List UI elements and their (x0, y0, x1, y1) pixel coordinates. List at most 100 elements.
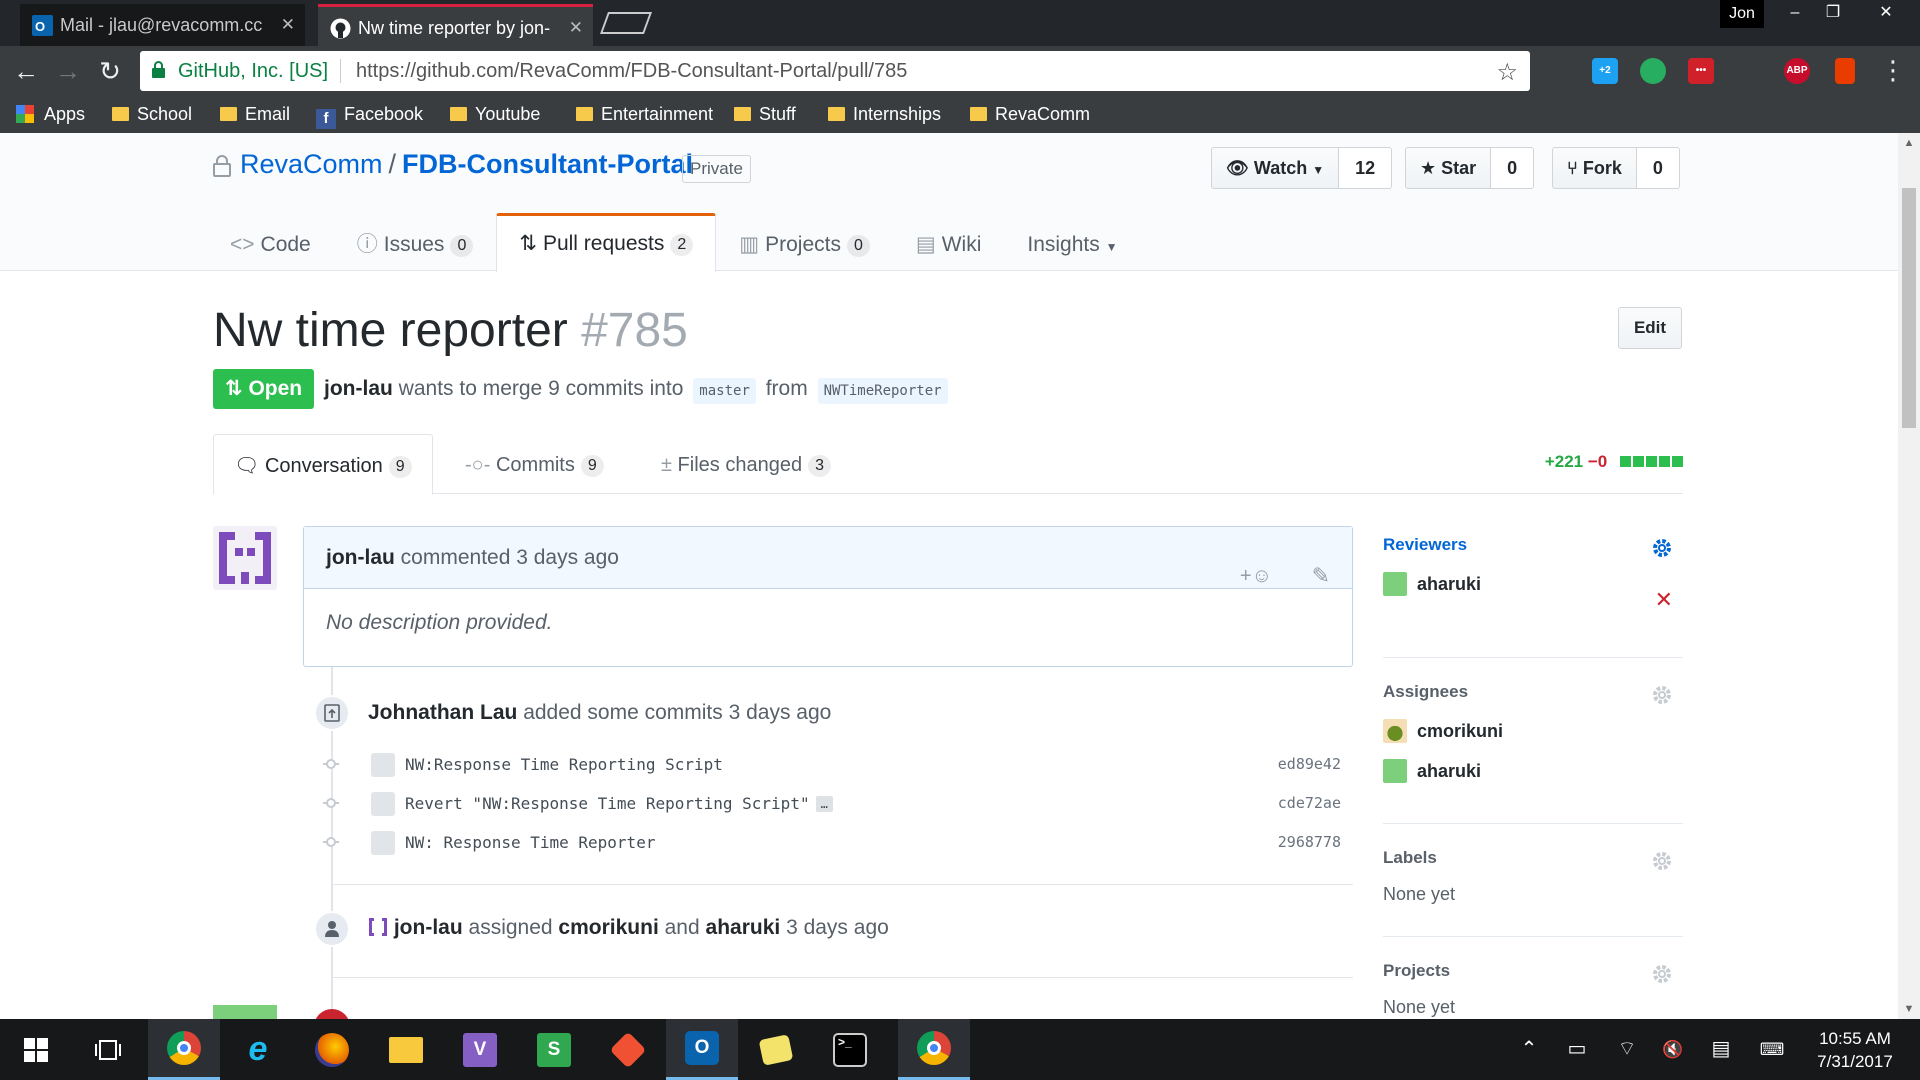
edit-title-button[interactable]: Edit (1618, 307, 1682, 349)
event-actor-link[interactable]: jon-lau (394, 916, 463, 939)
gear-icon[interactable] (1651, 684, 1673, 706)
gear-icon[interactable] (1651, 537, 1673, 559)
avatar[interactable] (371, 792, 395, 816)
task-view-icon[interactable] (72, 1019, 144, 1080)
commit-message-link[interactable]: Revert "NW:Response Time Reporting Scrip… (405, 794, 810, 813)
sticky-notes-icon[interactable] (740, 1019, 812, 1080)
comment-author-link[interactable]: jon-lau (326, 546, 395, 569)
close-icon[interactable]: ✕ (281, 4, 295, 46)
close-icon[interactable]: ✕ (569, 7, 583, 46)
bookmark-star-icon[interactable]: ☆ (1496, 58, 1518, 87)
volume-muted-icon[interactable]: 🔇 (1658, 1019, 1688, 1080)
bookmark-email[interactable]: Email (220, 96, 290, 133)
projects-heading[interactable]: Projects (1383, 959, 1683, 983)
add-reaction-icon[interactable]: +☺ (1240, 545, 1272, 607)
reviewer-item[interactable]: aharuki (1383, 571, 1683, 597)
watch-count[interactable]: 12 (1339, 147, 1393, 189)
file-explorer-icon[interactable] (370, 1019, 442, 1080)
repo-tab-issues[interactable]: ⓘ Issues 0 (334, 213, 497, 271)
action-center-icon[interactable]: ▤ (1706, 1019, 1736, 1080)
address-bar[interactable]: GitHub, Inc. [US] https://github.com/Rev… (140, 51, 1530, 91)
reviewers-heading[interactable]: Reviewers (1383, 533, 1683, 557)
bookmark-youtube[interactable]: Youtube (450, 96, 540, 133)
repo-tab-projects[interactable]: ▥ Projects 0 (716, 213, 893, 271)
bookmark-apps[interactable]: Apps (16, 96, 85, 133)
commit-message-link[interactable]: NW:Response Time Reporting Script (405, 745, 723, 784)
tab-files-changed[interactable]: ± Files changed 3 (641, 434, 851, 495)
restore-button[interactable]: ❐ (1814, 0, 1852, 26)
commit-sha-link[interactable]: 2968778 (1278, 823, 1341, 862)
avatar[interactable] (213, 526, 277, 590)
repo-tab-code[interactable]: <> Code (207, 213, 334, 271)
expand-commit-button[interactable]: … (815, 796, 833, 812)
pencil-icon[interactable]: ✎ (1312, 545, 1330, 607)
fork-button[interactable]: ⑂ Fork (1552, 147, 1637, 189)
commit-sha-link[interactable]: ed89e42 (1278, 745, 1341, 784)
comment-action[interactable]: commented 3 days ago (401, 546, 619, 569)
tray-chevron-up-icon[interactable]: ⌃ (1514, 1019, 1544, 1080)
wifi-icon[interactable]: ⌔ (1612, 1019, 1642, 1080)
url-text[interactable]: https://github.com/RevaComm/FDB-Consulta… (356, 51, 907, 91)
terminal-icon[interactable]: >_ (814, 1019, 886, 1080)
star-button[interactable]: ★ Star (1405, 147, 1492, 189)
assignee-item[interactable]: cmorikuni (1383, 718, 1683, 744)
avatar[interactable] (213, 1005, 277, 1019)
scroll-down-icon[interactable]: ▼ (1898, 1003, 1920, 1015)
tab-conversation[interactable]: 🗨 Conversation 9 (213, 434, 433, 495)
adblock-plus-icon[interactable]: ABP (1784, 58, 1810, 84)
reload-icon[interactable]: ↻ (94, 55, 126, 87)
visual-studio-icon[interactable]: V (444, 1019, 516, 1080)
back-arrow-icon[interactable]: ← (10, 55, 42, 87)
office-icon[interactable] (1835, 58, 1855, 84)
remove-reviewer-icon[interactable]: ✕ (1655, 587, 1673, 613)
minimize-button[interactable]: – (1776, 0, 1814, 26)
avatar[interactable] (368, 917, 388, 937)
internet-explorer-icon[interactable]: e (222, 1019, 294, 1080)
extension-1-icon[interactable] (1544, 58, 1570, 84)
bookmark-entertainment[interactable]: Entertainment (576, 96, 713, 133)
bookmark-school[interactable]: School (112, 96, 192, 133)
event-actor-link[interactable]: Johnathan Lau (368, 701, 517, 724)
bookmark-facebook[interactable]: f Facebook (316, 96, 423, 133)
fork-count[interactable]: 0 (1636, 147, 1680, 189)
watch-button[interactable]: 👁 Watch ▼ (1211, 147, 1340, 189)
repo-tab-pull-requests[interactable]: ⇅ Pull requests 2 (496, 213, 717, 272)
gear-icon[interactable] (1651, 850, 1673, 872)
chrome-icon[interactable] (148, 1019, 220, 1080)
tab-commits[interactable]: -○- Commits 9 (445, 434, 624, 495)
firefox-icon[interactable] (296, 1019, 368, 1080)
bookmark-stuff[interactable]: Stuff (734, 96, 796, 133)
repo-name-link[interactable]: FDB-Consultant-Portal (402, 149, 693, 179)
labels-heading[interactable]: Labels (1383, 846, 1683, 870)
bookmark-internships[interactable]: Internships (828, 96, 941, 133)
pr-author-link[interactable]: jon-lau (324, 377, 393, 400)
git-icon[interactable] (592, 1019, 664, 1080)
bookmark-revacomm[interactable]: RevaComm (970, 96, 1090, 133)
avatar[interactable] (371, 831, 395, 855)
repo-tab-insights[interactable]: Insights ▼ (1004, 213, 1140, 271)
repo-tab-wiki[interactable]: ▤ Wiki (893, 213, 1005, 271)
assignee-item[interactable]: aharuki (1383, 758, 1683, 784)
assignee-link[interactable]: aharuki (706, 916, 781, 939)
keyboard-icon[interactable]: ⌨ (1754, 1019, 1790, 1080)
extension-3-icon[interactable] (1640, 58, 1666, 84)
outlook-icon[interactable]: O (666, 1019, 738, 1080)
chrome-profile-icon[interactable] (898, 1019, 970, 1080)
repo-owner-link[interactable]: RevaComm (240, 149, 383, 179)
windows-start-icon[interactable] (0, 1019, 72, 1080)
new-tab-button[interactable] (599, 12, 653, 34)
gear-icon[interactable] (1651, 963, 1673, 985)
close-window-button[interactable]: ✕ (1862, 0, 1910, 26)
sourcetree-icon[interactable]: S (518, 1019, 590, 1080)
forward-arrow-icon[interactable]: → (52, 55, 84, 87)
scrollbar-thumb[interactable] (1902, 188, 1916, 428)
base-branch[interactable]: master (693, 378, 756, 404)
profile-button[interactable]: Jon (1720, 0, 1764, 28)
avatar[interactable] (371, 753, 395, 777)
star-count[interactable]: 0 (1491, 147, 1535, 189)
extension-5-icon[interactable] (1736, 58, 1762, 84)
tab-mail[interactable]: O Mail - jlau@revacomm.cc ✕ (20, 4, 305, 46)
commit-sha-link[interactable]: cde72ae (1278, 784, 1341, 823)
tab-github-pr[interactable]: Nw time reporter by jon- ✕ (318, 4, 593, 46)
assignee-link[interactable]: cmorikuni (558, 916, 658, 939)
